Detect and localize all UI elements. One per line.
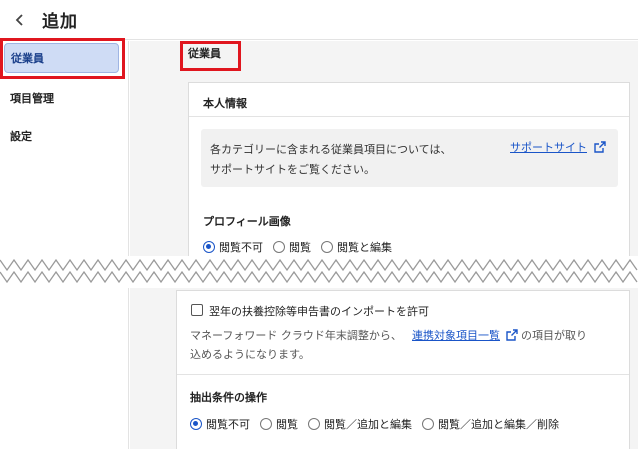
extract-conditions-radio-group: 閲覧不可 閲覧 閲覧／追加と編集 閲覧／追加と編集／削除	[190, 416, 569, 432]
screenshot-break	[0, 256, 638, 288]
support-site-link[interactable]: サポートサイト	[510, 139, 587, 155]
radio-extract-view-add-edit[interactable]	[308, 418, 320, 430]
allow-import-checkbox[interactable]	[191, 304, 203, 316]
info-box	[201, 129, 618, 187]
highlight-box-section	[180, 41, 241, 71]
sidebar-item-settings[interactable]: 設定	[4, 122, 119, 152]
radio-profile-edit[interactable]	[321, 241, 333, 253]
external-link-icon	[594, 141, 606, 153]
external-link-icon	[506, 329, 518, 341]
page-title: 追加	[42, 12, 78, 32]
radio-label: 閲覧と編集	[337, 241, 392, 254]
radio-extract-none[interactable]	[190, 418, 202, 430]
chevron-left-icon[interactable]	[12, 12, 28, 28]
radio-profile-view[interactable]	[273, 241, 285, 253]
radio-label: 閲覧	[276, 418, 298, 431]
radio-profile-none[interactable]	[203, 241, 215, 253]
radio-extract-view[interactable]	[260, 418, 272, 430]
info-text-line1: 各カテゴリーに含まれる従業員項目については、	[210, 143, 452, 156]
highlight-box-sidebar	[0, 38, 125, 79]
profile-image-radio-group: 閲覧不可 閲覧 閲覧と編集	[203, 239, 402, 255]
radio-label: 閲覧不可	[206, 418, 250, 431]
section-divider	[177, 374, 629, 375]
linked-items-link[interactable]: 連携対象項目一覧	[412, 327, 500, 343]
import-desc-after: の項目が取り	[521, 329, 587, 342]
radio-extract-view-add-edit-delete[interactable]	[422, 418, 434, 430]
import-desc-line2: 込めるようになります。	[190, 348, 310, 361]
header: 追加	[0, 0, 638, 40]
import-desc-before: マネーフォワード クラウド年末調整から、	[190, 329, 402, 342]
card-divider	[189, 116, 629, 117]
allow-import-label: 翌年の扶養控除等申告書のインポートを許可	[209, 305, 429, 318]
extract-conditions-label: 抽出条件の操作	[190, 391, 267, 404]
sidebar-item-field-management[interactable]: 項目管理	[4, 84, 119, 114]
radio-label: 閲覧／追加と編集／削除	[438, 418, 559, 431]
info-text-line2: サポートサイトをご覧ください。	[210, 163, 375, 176]
radio-label: 閲覧不可	[219, 241, 263, 254]
radio-label: 閲覧	[289, 241, 311, 254]
radio-label: 閲覧／追加と編集	[324, 418, 412, 431]
personal-info-title: 本人情報	[203, 97, 247, 110]
profile-image-label: プロフィール画像	[203, 215, 291, 228]
